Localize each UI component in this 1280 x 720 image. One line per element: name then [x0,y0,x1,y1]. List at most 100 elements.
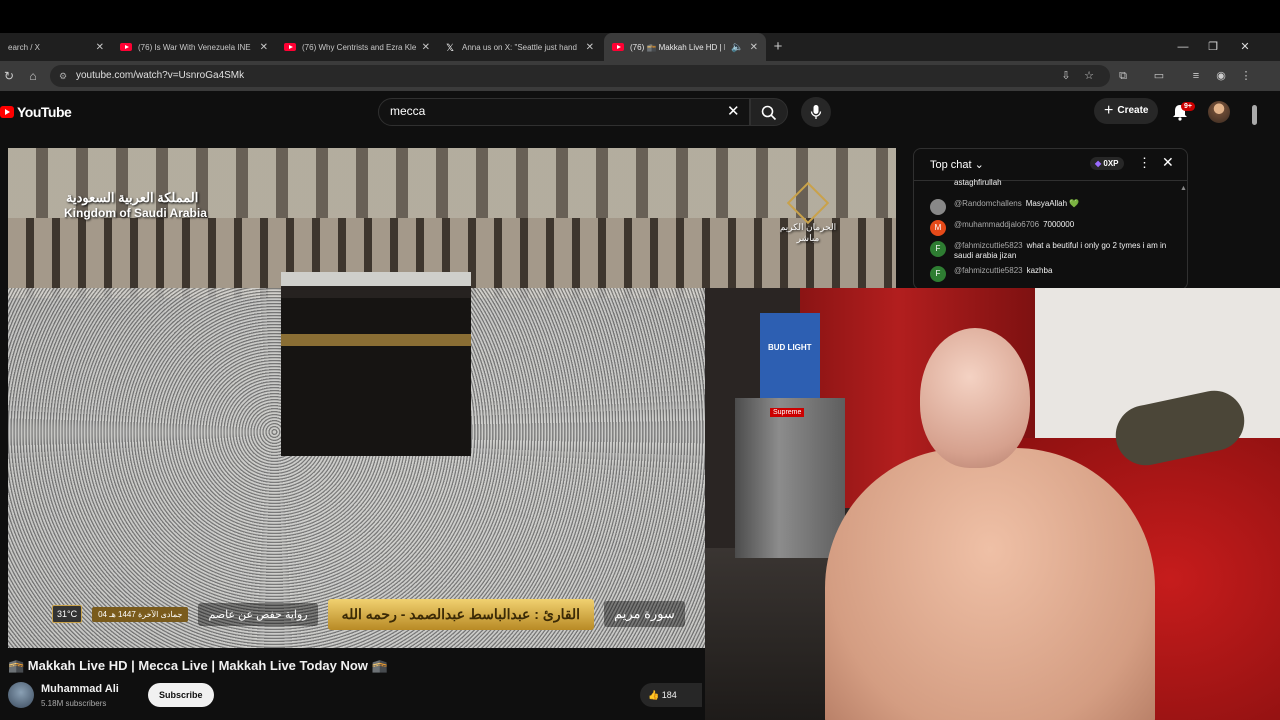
maximize-button[interactable]: ❐ [1198,33,1228,61]
youtube-icon [120,43,132,51]
chat-close-icon[interactable]: ✕ [1162,154,1174,171]
watermark-live: مباشر [796,233,820,243]
kaaba-roof [281,272,471,286]
browser-menu-icon[interactable]: ⋮ [1237,61,1255,91]
channel-avatar[interactable] [8,682,34,708]
tab-close-icon[interactable]: ✕ [96,42,104,53]
chat-message: M @muhammaddjalo6706 7000000 [914,220,1179,236]
chat-avatar: F [930,266,946,282]
create-button[interactable]: + Create [1094,98,1159,124]
tab-title: earch / X [8,42,41,52]
chat-message: astaghfirullah [914,178,1179,194]
chat-author[interactable]: @muhammaddjalo6706 [954,220,1039,229]
window-close-button[interactable]: ✕ [1230,33,1260,61]
tab-close-icon[interactable]: ✕ [586,42,594,53]
search-button[interactable] [750,98,788,126]
tab-close-icon[interactable]: ✕ [260,42,268,53]
create-label: Create [1117,105,1149,116]
home-icon[interactable]: ⌂ [24,61,42,91]
overlay-country-arabic: المملكة العربية السعودية [66,190,199,205]
browser-tab-bar: earch / X ✕ (76) Is War With Venezuela I… [0,33,1280,61]
channel-watermark: الحرمان الكريم مباشر [778,181,838,244]
beer-box: BUD LIGHT [760,313,820,398]
youtube-icon [284,43,296,51]
notification-badge: 9+ [1181,102,1195,111]
chat-message: F @fahmizcuttie5823 kazhba [914,266,1179,282]
browser-tab[interactable]: 𝕏 Anna us on X: "Seattle just hand ✕ [438,33,602,61]
install-app-icon[interactable]: ⇩ [1057,61,1075,91]
chat-text: astaghfirullah [954,178,1002,187]
url-text: youtube.com/watch?v=UsnroGa4SMk [76,70,245,81]
microphone-icon [810,105,822,119]
search-input[interactable]: mecca [390,104,425,118]
chat-text: MasyaAllah 💚 [1025,199,1080,208]
youtube-logo-text: YouTube [17,104,72,120]
lower-third-banner: 31°C 04 جمادى الآخرة 1447 هـ رواية حفص ع… [52,596,702,632]
tab-close-icon[interactable]: ✕ [750,42,758,53]
thumbs-up-icon: 👍 [648,690,660,700]
chat-scroll-up-icon[interactable]: ▲ [1180,185,1187,192]
tab-title: (76) Why Centrists and Ezra Kle [302,42,416,52]
minimize-button[interactable]: — [1168,33,1198,61]
qari-label: القارئ : عبدالباسط عبدالصمد - رحمه الله [327,598,595,630]
chat-avatar: M [930,220,946,236]
chat-avatar [930,199,946,215]
chat-author[interactable]: @fahmizcuttie5823 [954,241,1023,250]
x-logo-icon: 𝕏 [446,43,455,54]
chat-mode-label: Top chat [930,159,972,171]
scrollbar-thumb[interactable] [1252,105,1257,125]
browser-tab[interactable]: (76) Why Centrists and Ezra Kle ✕ [276,33,438,61]
browser-tab-active[interactable]: (76) 🕋 Makkah Live HD | M 🔈 ✕ [604,33,766,61]
chat-author[interactable]: @fahmizcuttie5823 [954,266,1023,275]
chat-header: Top chat ⌄ ◆ 0XP ⋮ ✕ [914,149,1187,181]
chat-message: @Randomchallens MasyaAllah 💚 [914,199,1179,215]
new-tab-button[interactable]: + [770,33,786,61]
browser-tab[interactable]: (76) Is War With Venezuela INE ✕ [112,33,276,61]
search-icon [761,105,777,121]
reload-icon[interactable]: ↻ [0,61,18,91]
youtube-logo[interactable]: YouTube [0,104,72,120]
youtube-icon [612,43,624,51]
like-count: 184 [661,690,677,700]
sidebar-icon[interactable]: ▭ [1150,61,1168,91]
chat-avatar: F [930,241,946,257]
media-control-icon[interactable]: ≡ [1187,61,1205,91]
temperature-label: 31°C [52,605,83,623]
watermark-emblem-icon [786,181,830,225]
address-bar[interactable]: ⚙ youtube.com/watch?v=UsnroGa4SMk [50,65,1110,87]
beer-box-label: BUD LIGHT [768,343,812,352]
browser-tab[interactable]: earch / X ✕ [0,33,112,61]
speaker-icon[interactable]: 🔈 [731,42,743,53]
like-button[interactable]: 👍 184 [640,683,702,707]
surah-label: سورة مريم [604,601,685,627]
chat-author[interactable]: @Randomchallens [954,199,1022,208]
plus-icon: + [1104,102,1114,119]
channel-name[interactable]: Muhammad Ali [41,683,119,695]
xp-badge[interactable]: ◆ 0XP [1090,157,1124,170]
chat-avatar [930,178,946,194]
site-info-icon[interactable]: ⚙ [59,65,67,87]
video-title: 🕋 Makkah Live HD | Mecca Live | Makkah L… [8,658,388,673]
kaaba-image [281,272,471,456]
bookmark-star-icon[interactable]: ☆ [1080,61,1098,91]
chat-menu-icon[interactable]: ⋮ [1138,155,1151,171]
streamer-torso [825,448,1155,720]
clear-search-icon[interactable]: ✕ [727,102,740,120]
tab-title: (76) Is War With Venezuela INE [138,42,251,52]
top-chat-dropdown[interactable]: Top chat ⌄ [930,158,984,171]
gem-icon: ◆ [1095,159,1102,168]
tab-title: Anna us on X: "Seattle just hand [462,42,577,52]
kaaba-gold-band [281,334,471,346]
search-box[interactable] [378,98,750,126]
tab-close-icon[interactable]: ✕ [422,42,430,53]
chat-message-list: astaghfirullah @Randomchallens MasyaAllah… [914,178,1179,287]
account-avatar[interactable] [1208,101,1230,123]
sticker-label: Supreme [770,408,805,417]
chat-text: 7000000 [1043,220,1075,229]
streamer [825,318,1175,720]
profile-icon[interactable]: ◉ [1212,61,1230,91]
subscribe-button[interactable]: Subscribe [148,683,214,707]
voice-search-button[interactable] [801,97,831,127]
extensions-icon[interactable]: ⧉ [1114,61,1132,91]
overlay-country-english: Kingdom of Saudi Arabia [64,206,207,220]
